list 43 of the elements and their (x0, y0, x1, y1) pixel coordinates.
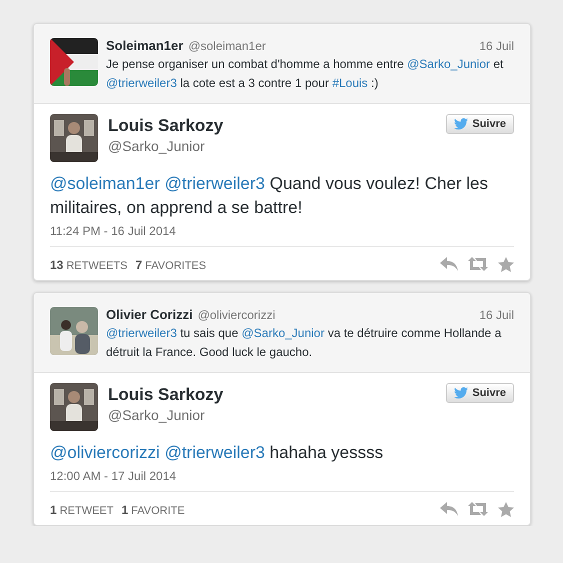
author-name[interactable]: Louis Sarkozy (108, 116, 436, 136)
author-name[interactable]: Louis Sarkozy (108, 385, 436, 405)
stat-label[interactable]: FAVORITES (145, 260, 206, 272)
mention-link[interactable]: @trierweiler3 (164, 174, 265, 193)
mention-link[interactable]: @trierweiler3 (164, 443, 265, 462)
mention-link[interactable]: #Louis (332, 76, 368, 90)
reply-icon[interactable] (440, 257, 458, 271)
reply-icon[interactable] (440, 502, 458, 516)
user-name[interactable]: Soleiman1er (106, 38, 184, 53)
bird-icon (454, 387, 468, 399)
user-name[interactable]: Olivier Corizzi (106, 307, 193, 322)
stat-count[interactable]: 13 (50, 258, 64, 272)
mention-link[interactable]: @trierweiler3 (106, 76, 177, 90)
user-handle[interactable]: @soleiman1er (188, 39, 474, 53)
retweet-icon[interactable] (468, 502, 488, 516)
stat-count[interactable]: 7 (135, 258, 142, 272)
mention-link[interactable]: @oliviercorizzi (50, 443, 160, 462)
stat-count[interactable]: 1 (50, 502, 57, 516)
tweet-timestamp[interactable]: 12:00 AM - 17 Juil 2014 (50, 469, 514, 492)
mention-link[interactable]: @Sarko_Junior (242, 326, 324, 340)
reply-text: Je pense organiser un combat d'homme a homme entre @Sarko_Junior et @trierweiler3 la cote est a 3 contre 1 pour #Louis :) (106, 56, 504, 92)
user-handle[interactable]: @oliviercorizzi (198, 308, 474, 322)
tweet-date[interactable]: 16 Juil (479, 308, 514, 322)
bird-icon (454, 118, 468, 130)
stat-count[interactable]: 1 (121, 502, 128, 516)
tweet-timestamp[interactable]: 11:24 PM - 16 Juil 2014 (50, 224, 514, 247)
tweet-text: @soleiman1er @trierweiler3 Quand vous voulez! Cher les militaires, on apprend a se battre! (50, 173, 490, 219)
stat-label[interactable]: RETWEET (60, 504, 114, 516)
mention-link[interactable]: @soleiman1er (50, 174, 160, 193)
stat-label[interactable]: FAVORITE (131, 504, 185, 516)
star-icon[interactable] (498, 502, 514, 517)
tweet-text: @oliviercorizzi @trierweiler3 hahaha yessss (50, 442, 384, 464)
star-icon[interactable] (498, 257, 514, 272)
retweet-icon[interactable] (468, 257, 488, 271)
author-handle[interactable]: @Sarko_Junior (108, 138, 436, 154)
author-handle[interactable]: @Sarko_Junior (108, 407, 436, 423)
follow-button[interactable]: Suivre (446, 114, 514, 134)
follow-button[interactable]: Suivre (446, 383, 514, 403)
stat-label[interactable]: RETWEETS (66, 260, 128, 272)
mention-link[interactable]: @trierweiler3 (106, 326, 177, 340)
mention-link[interactable]: @Sarko_Junior (407, 57, 490, 71)
reply-text: @trierweiler3 tu sais que @Sarko_Junior va te détruire comme Hollande a détruit la France. Good luck le gaucho. (106, 325, 502, 361)
tweet-date[interactable]: 16 Juil (479, 39, 514, 53)
